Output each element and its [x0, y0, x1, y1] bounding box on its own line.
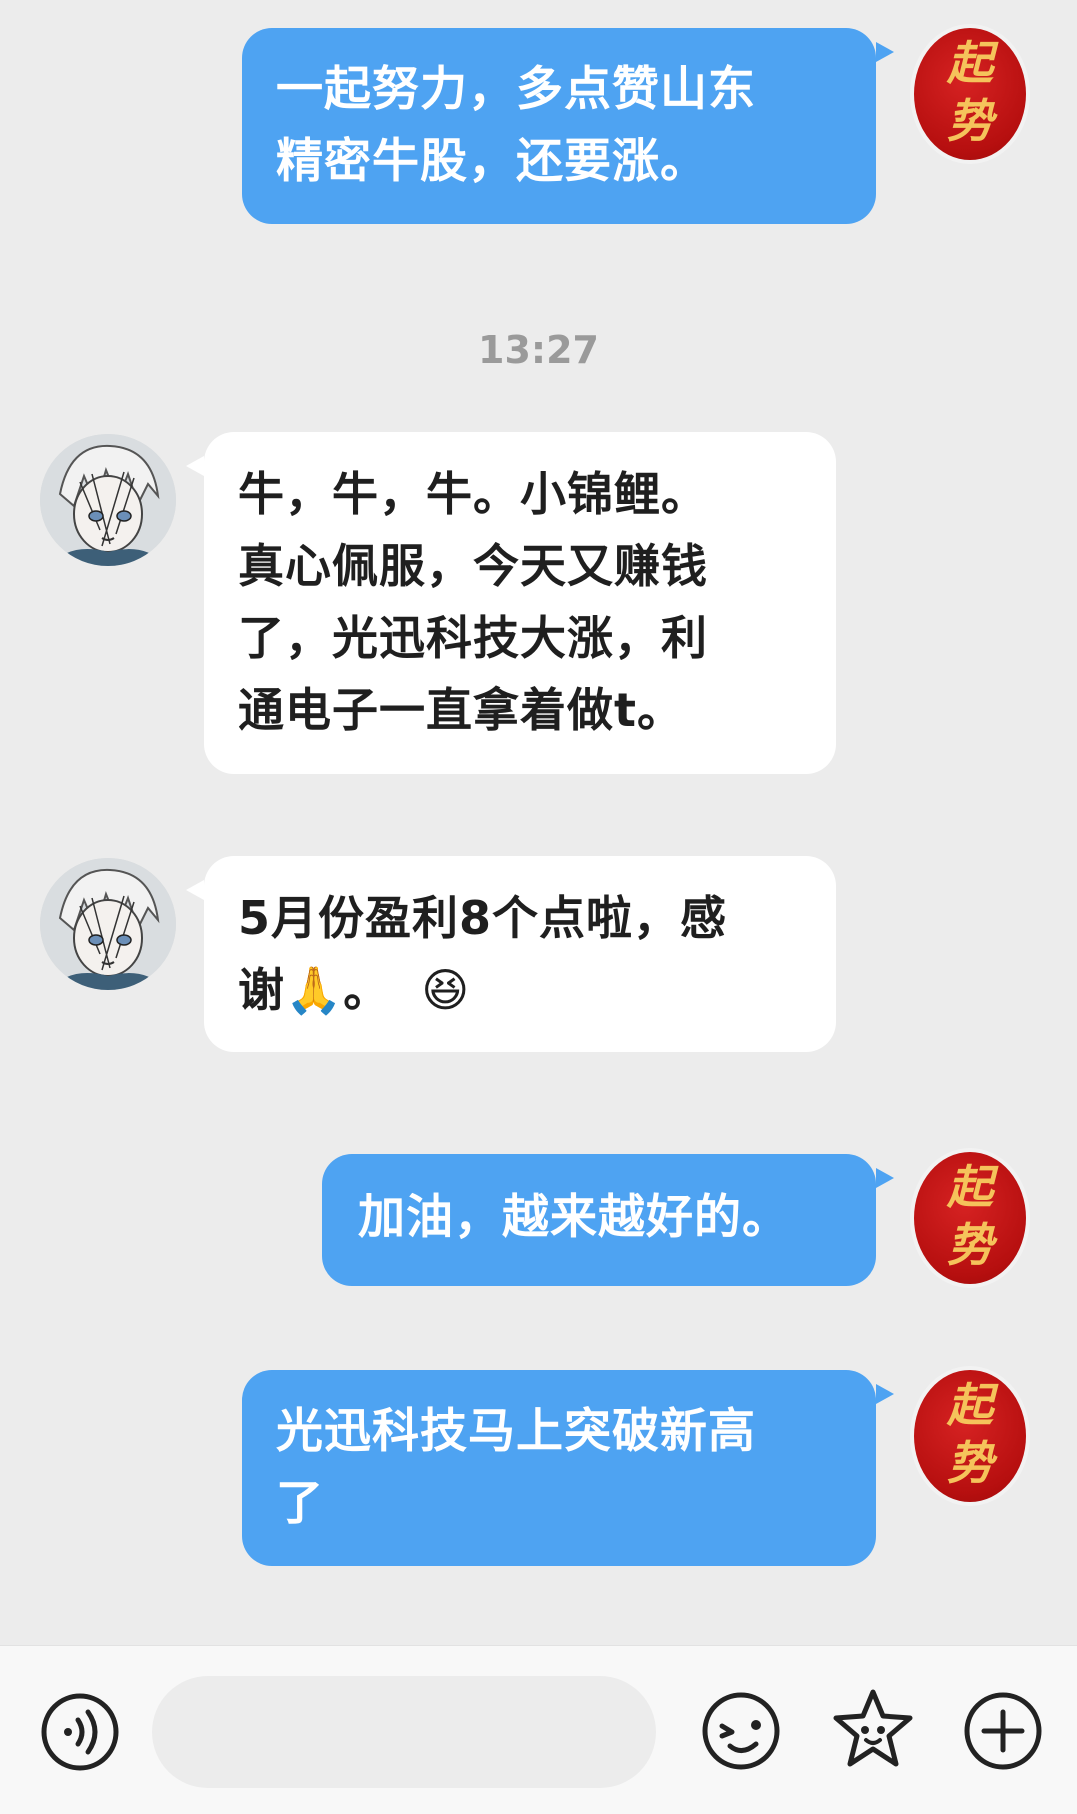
bubble-tail [876, 1168, 894, 1188]
message-line: 通电子一直拿着做t。 [238, 683, 684, 737]
message-bubble[interactable]: 牛，牛，牛。小锦鲤。 真心佩服，今天又赚钱 了，光迅科技大涨，利 通电子一直拿着… [204, 432, 836, 774]
message-line: 精密牛股，还要涨。 [276, 134, 708, 189]
smiley-icon[interactable] [700, 1690, 782, 1776]
self-avatar[interactable]: 起势 [914, 1152, 1026, 1284]
message-bubble[interactable]: 加油，越来越好的。 [322, 1154, 876, 1286]
message-line: 5月份盈利8个点啦，感 [238, 891, 728, 945]
message-text: 谢🙏。 [238, 963, 391, 1017]
plus-circle-icon[interactable] [962, 1690, 1044, 1776]
message-line: 牛，牛，牛。小锦鲤。 [238, 467, 708, 521]
laughing-emoji-icon: 😆 [421, 963, 471, 1017]
message-line: 了，光迅科技大涨，利 [238, 611, 708, 665]
bubble-tail [186, 880, 204, 900]
message-bubble[interactable]: 5月份盈利8个点啦，感 谢🙏。 😆 [204, 856, 836, 1052]
bubble-tail [186, 456, 204, 476]
message-line: 了 [276, 1476, 324, 1531]
bubble-tail [876, 42, 894, 62]
contact-avatar[interactable] [40, 434, 176, 566]
message-line: 谢🙏。 😆 [238, 954, 802, 1026]
input-bar [0, 1645, 1077, 1814]
bubble-tail [876, 1384, 894, 1404]
message-line: 真心佩服，今天又赚钱 [238, 539, 708, 593]
message-input[interactable] [152, 1676, 656, 1788]
timestamp: 13:27 [478, 328, 599, 372]
message-line: 一起努力，多点赞山东 [276, 62, 756, 117]
message-bubble[interactable]: 光迅科技马上突破新高 了 [242, 1370, 876, 1566]
voice-wave-icon[interactable] [40, 1692, 120, 1776]
message-line: 光迅科技马上突破新高 [276, 1404, 756, 1459]
message-line: 加油，越来越好的。 [358, 1190, 790, 1245]
self-avatar[interactable]: 起势 [914, 1370, 1026, 1502]
self-avatar[interactable]: 起势 [914, 28, 1026, 160]
anime-portrait-icon [40, 858, 176, 990]
message-bubble[interactable]: 一起努力，多点赞山东 精密牛股，还要涨。 [242, 28, 876, 224]
anime-portrait-icon [40, 434, 176, 566]
star-face-icon[interactable] [830, 1686, 916, 1776]
contact-avatar[interactable] [40, 858, 176, 990]
